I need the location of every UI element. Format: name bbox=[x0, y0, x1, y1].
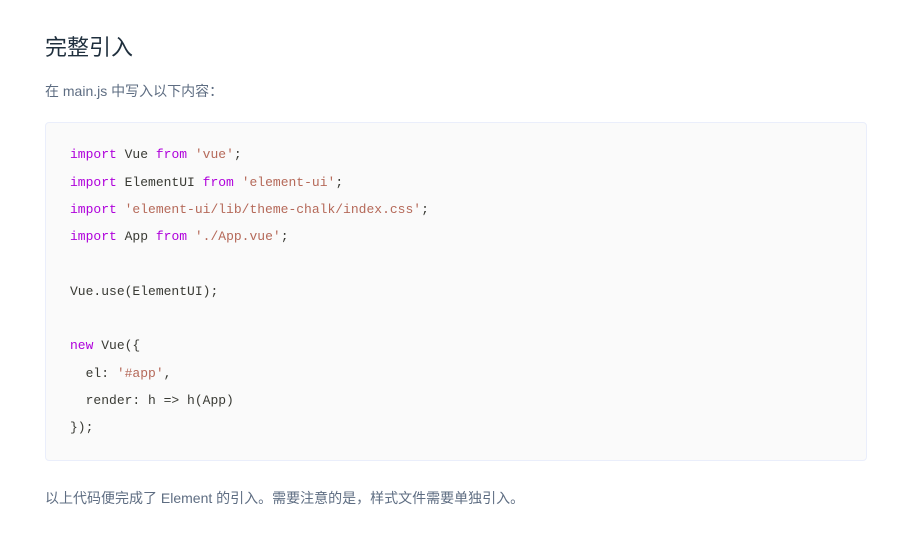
code-token: (ElementUI); bbox=[125, 284, 219, 299]
code-token: , bbox=[164, 366, 172, 381]
code-token: new bbox=[70, 338, 93, 353]
code-token: 'vue' bbox=[195, 147, 234, 162]
code-token: import bbox=[70, 229, 117, 244]
code-token bbox=[187, 147, 195, 162]
code-token bbox=[117, 229, 125, 244]
code-token bbox=[187, 229, 195, 244]
code-token bbox=[70, 393, 86, 408]
code-token bbox=[234, 175, 242, 190]
code-token: ; bbox=[234, 147, 242, 162]
code-token: '#app' bbox=[117, 366, 164, 381]
code-token bbox=[148, 147, 156, 162]
code-token: ; bbox=[281, 229, 289, 244]
code-token: 'element-ui' bbox=[242, 175, 336, 190]
section-heading: 完整引入 bbox=[45, 30, 867, 62]
code-token: ; bbox=[335, 175, 343, 190]
code-token: import bbox=[70, 202, 117, 217]
code-token bbox=[195, 175, 203, 190]
code-token: Vue bbox=[125, 147, 148, 162]
code-token: el bbox=[86, 366, 102, 381]
code-token: }); bbox=[70, 420, 93, 435]
code-token: from bbox=[156, 147, 187, 162]
code-token: : bbox=[101, 366, 117, 381]
code-token: render bbox=[86, 393, 133, 408]
code-token bbox=[148, 229, 156, 244]
code-token: Vue bbox=[70, 284, 93, 299]
code-token: use bbox=[101, 284, 124, 299]
code-token: import bbox=[70, 147, 117, 162]
code-token: h bbox=[187, 393, 195, 408]
code-token: import bbox=[70, 175, 117, 190]
code-token bbox=[117, 202, 125, 217]
code-token: App bbox=[125, 229, 148, 244]
code-content: import Vue from 'vue'; import ElementUI … bbox=[70, 147, 429, 435]
code-token: (App) bbox=[195, 393, 234, 408]
code-token: : h => bbox=[132, 393, 187, 408]
code-token bbox=[117, 175, 125, 190]
code-block: import Vue from 'vue'; import ElementUI … bbox=[45, 122, 867, 460]
code-token: ({ bbox=[125, 338, 141, 353]
code-token: 'element-ui/lib/theme-chalk/index.css' bbox=[125, 202, 421, 217]
code-token: from bbox=[203, 175, 234, 190]
code-token: Vue bbox=[101, 338, 124, 353]
code-token: ; bbox=[421, 202, 429, 217]
section-description: 在 main.js 中写入以下内容： bbox=[45, 80, 867, 102]
code-token: ElementUI bbox=[125, 175, 195, 190]
footer-note: 以上代码便完成了 Element 的引入。需要注意的是，样式文件需要单独引入。 bbox=[45, 487, 867, 509]
code-token bbox=[70, 366, 86, 381]
code-token bbox=[117, 147, 125, 162]
code-token: from bbox=[156, 229, 187, 244]
code-token: './App.vue' bbox=[195, 229, 281, 244]
